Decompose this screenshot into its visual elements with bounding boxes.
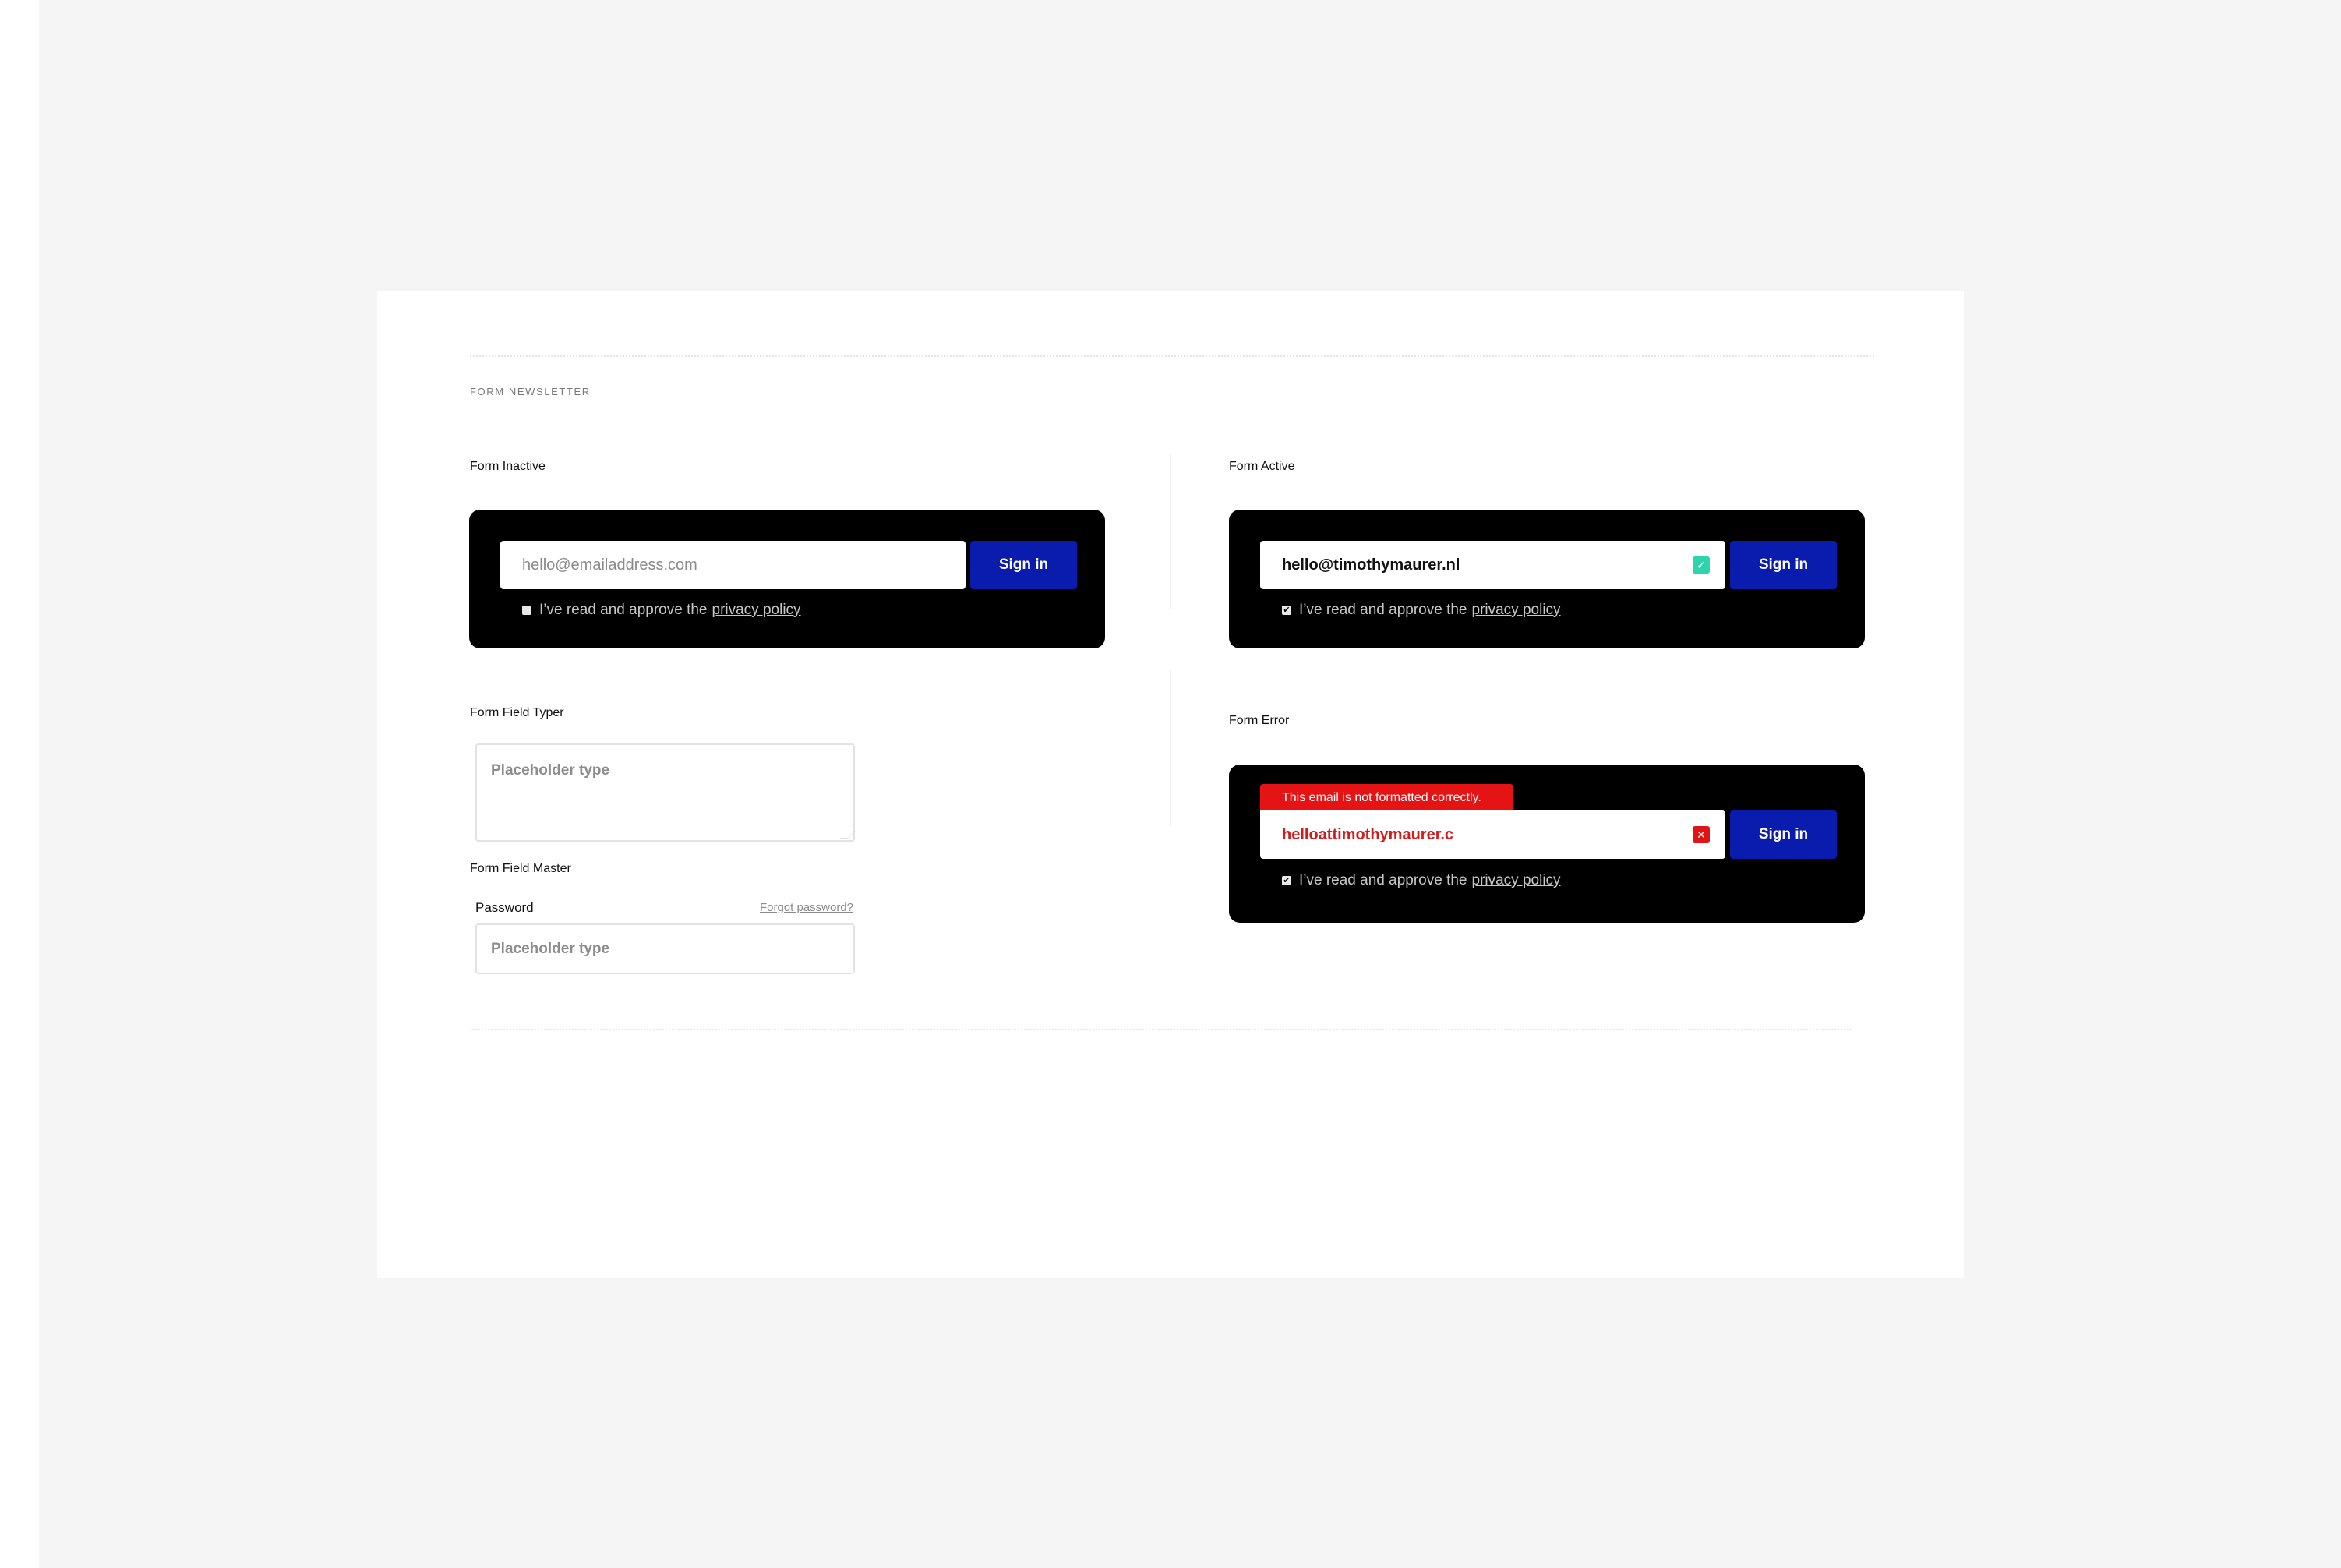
privacy-consent: ✔ I’ve read and approve the privacy poli… <box>1282 872 1561 889</box>
password-label: Password <box>475 900 534 915</box>
email-value: hello@timothymaurer.nl <box>1282 556 1460 574</box>
consent-checkbox-checked[interactable]: ✔ <box>1282 876 1291 885</box>
form-active-panel: hello@timothymaurer.nl ✓ Sign in ✔ I’ve … <box>1229 510 1865 648</box>
textarea-placeholder: Placeholder type <box>491 762 610 779</box>
close-icon[interactable]: ✕ <box>1693 826 1710 843</box>
consent-checkbox-checked[interactable]: ✔ <box>1282 606 1291 615</box>
top-divider <box>470 355 1874 357</box>
form-active-label: Form Active <box>1229 460 1295 473</box>
error-message: This email is not formatted correctly. <box>1260 784 1513 811</box>
privacy-policy-link[interactable]: privacy policy <box>712 602 801 619</box>
forgot-password-link[interactable]: Forgot password? <box>760 901 853 914</box>
form-inactive-label: Form Inactive <box>470 460 546 473</box>
sign-in-button[interactable]: Sign in <box>1730 810 1837 859</box>
form-field-master-label: Form Field Master <box>470 862 571 875</box>
typer-textarea[interactable]: Placeholder type <box>475 743 855 842</box>
form-field-typer-label: Form Field Typer <box>470 706 564 719</box>
sign-in-button[interactable]: Sign in <box>970 541 1077 589</box>
consent-text: I’ve read and approve the <box>1299 872 1467 888</box>
form-error-panel: This email is not formatted correctly. h… <box>1229 765 1865 923</box>
vertical-divider <box>1170 454 1171 609</box>
check-icon: ✓ <box>1693 556 1710 574</box>
consent-text: I’ve read and approve the <box>1299 602 1467 618</box>
form-error-label: Form Error <box>1229 714 1290 727</box>
vertical-divider <box>1170 670 1171 826</box>
privacy-consent: ✔ I’ve read and approve the privacy poli… <box>1282 602 1561 619</box>
consent-text: I’ve read and approve the <box>539 602 708 618</box>
email-input[interactable]: helloattimothymaurer.c ✕ <box>1260 810 1725 859</box>
privacy-policy-link[interactable]: privacy policy <box>1472 602 1561 619</box>
email-value: helloattimothymaurer.c <box>1282 825 1454 843</box>
email-placeholder: hello@emailaddress.com <box>522 556 697 574</box>
password-placeholder: Placeholder type <box>491 940 610 957</box>
privacy-consent: I’ve read and approve the privacy policy <box>522 602 801 619</box>
privacy-policy-link[interactable]: privacy policy <box>1472 872 1561 889</box>
section-title: FORM NEWSLETTER <box>470 386 591 397</box>
email-input[interactable]: hello@timothymaurer.nl ✓ <box>1260 541 1725 589</box>
email-input[interactable]: hello@emailaddress.com <box>500 541 966 589</box>
consent-checkbox[interactable] <box>522 606 531 615</box>
sign-in-button[interactable]: Sign in <box>1730 541 1837 589</box>
form-inactive-panel: hello@emailaddress.com Sign in I’ve read… <box>469 510 1105 648</box>
bottom-divider <box>470 1029 1851 1030</box>
password-input[interactable]: Placeholder type <box>475 923 855 974</box>
